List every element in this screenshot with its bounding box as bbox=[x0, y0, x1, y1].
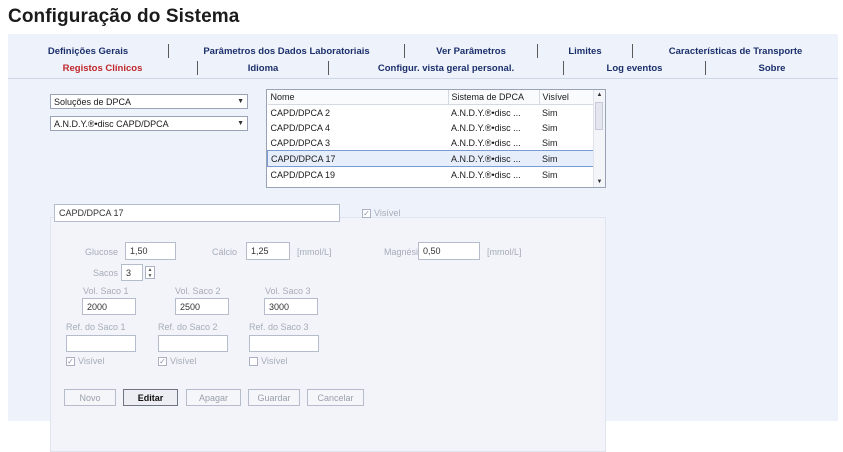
visivel-saco-1-checkbox[interactable]: ✓ Visível bbox=[66, 356, 104, 366]
system-dropdown[interactable]: A.N.D.Y.®•disc CAPD/DPCA ▼ bbox=[50, 116, 248, 131]
scroll-down-icon[interactable]: ▼ bbox=[594, 177, 605, 187]
tab-configur-vista-geral[interactable]: Configur. vista geral personal. bbox=[329, 61, 564, 75]
column-header-sistema[interactable]: Sistema de DPCA bbox=[448, 90, 540, 105]
column-header-nome[interactable]: Nome bbox=[267, 90, 449, 105]
system-value: A.N.D.Y.®•disc CAPD/DPCA bbox=[54, 118, 169, 129]
sacos-label: Sacos bbox=[93, 268, 119, 278]
table-row[interactable]: CAPD/DPCA 4 A.N.D.Y.®•disc ... Sim bbox=[268, 120, 594, 135]
vol-saco-2-label: Vol. Saco 2 bbox=[175, 286, 221, 296]
ref-saco-2-label: Ref. do Saco 2 bbox=[158, 322, 218, 332]
solution-type-dropdown[interactable]: Soluções de DPCA ▼ bbox=[50, 94, 248, 109]
vol-saco-3-field[interactable]: 3000 bbox=[264, 298, 318, 315]
settings-frame: Definições Gerais Parâmetros dos Dados L… bbox=[8, 34, 838, 452]
cell-sistema: A.N.D.Y.®•disc ... bbox=[451, 137, 521, 148]
scroll-thumb[interactable] bbox=[595, 102, 603, 130]
calcio-unit: [mmol/L] bbox=[297, 247, 332, 257]
tab-divider bbox=[8, 78, 838, 79]
table-header-row: Nome Sistema de DPCA Visível bbox=[267, 90, 594, 105]
sacos-stepper[interactable]: ▲ ▼ bbox=[145, 266, 155, 279]
chevron-down-icon: ▼ bbox=[237, 120, 244, 127]
guardar-button[interactable]: Guardar bbox=[248, 389, 300, 406]
visivel-saco-3-checkbox[interactable]: Visível bbox=[249, 356, 287, 366]
visivel-saco-2-checkbox[interactable]: ✓ Visível bbox=[158, 356, 196, 366]
tab-idioma[interactable]: Idioma bbox=[198, 61, 329, 75]
sacos-field[interactable]: 3 bbox=[121, 264, 143, 281]
vol-saco-2-field[interactable]: 2500 bbox=[175, 298, 229, 315]
tab-sobre[interactable]: Sobre bbox=[706, 61, 838, 75]
ref-saco-1-label: Ref. do Saco 1 bbox=[66, 322, 126, 332]
vol-saco-1-field[interactable]: 2000 bbox=[82, 298, 136, 315]
cell-sistema: A.N.D.Y.®•disc ... bbox=[451, 169, 521, 180]
solution-type-value: Soluções de DPCA bbox=[54, 96, 132, 107]
tab-ver-parametros[interactable]: Ver Parâmetros bbox=[405, 44, 538, 58]
page-title: Configuração do Sistema bbox=[8, 6, 240, 27]
column-header-visivel[interactable]: Visível bbox=[539, 90, 594, 105]
checkmark-icon: ✓ bbox=[158, 356, 167, 366]
tab-caracteristicas-transporte[interactable]: Características de Transporte bbox=[633, 44, 838, 58]
tab-log-eventos[interactable]: Log eventos bbox=[564, 61, 706, 75]
tab-registos-clinicos[interactable]: Registos Clínicos bbox=[8, 61, 198, 75]
ref-saco-2-field[interactable] bbox=[158, 335, 228, 352]
cell-visivel: Sim bbox=[542, 137, 558, 148]
cell-visivel: Sim bbox=[542, 122, 558, 133]
magnesio-unit: [mmol/L] bbox=[487, 247, 522, 257]
novo-button[interactable]: Novo bbox=[64, 389, 116, 406]
magnesio-field[interactable]: 0,50 bbox=[418, 242, 480, 260]
visivel-saco-1-label: Visível bbox=[78, 356, 105, 366]
checkbox-empty-icon bbox=[249, 356, 258, 366]
vol-saco-1-label: Vol. Saco 1 bbox=[83, 286, 129, 296]
apagar-button[interactable]: Apagar bbox=[186, 389, 241, 406]
name-field[interactable]: CAPD/DPCA 17 bbox=[54, 204, 340, 222]
chevron-down-icon: ▼ bbox=[237, 98, 244, 105]
visible-label: Visível bbox=[374, 208, 401, 218]
cancelar-button[interactable]: Cancelar bbox=[307, 389, 364, 406]
calcio-label: Cálcio bbox=[212, 247, 238, 257]
ref-saco-3-label: Ref. do Saco 3 bbox=[249, 322, 309, 332]
cell-visivel: Sim bbox=[542, 169, 558, 180]
cell-sistema: A.N.D.Y.®•disc ... bbox=[451, 107, 521, 118]
cell-nome: CAPD/DPCA 4 bbox=[270, 122, 331, 133]
tab-definicoes-gerais[interactable]: Definições Gerais bbox=[8, 44, 169, 58]
table-scrollbar[interactable]: ▲ ▼ bbox=[593, 90, 605, 187]
table-row-selected[interactable]: CAPD/DPCA 17 A.N.D.Y.®•disc ... Sim bbox=[267, 150, 594, 167]
cell-nome: CAPD/DPCA 3 bbox=[270, 137, 331, 148]
cell-nome: CAPD/DPCA 2 bbox=[270, 107, 331, 118]
cell-sistema: A.N.D.Y.®•disc ... bbox=[451, 122, 521, 133]
tab-parametros-dados-laboratoriais[interactable]: Parâmetros dos Dados Laboratoriais bbox=[169, 44, 405, 58]
glucose-field[interactable]: 1,50 bbox=[125, 242, 176, 260]
table-row[interactable]: CAPD/DPCA 2 A.N.D.Y.®•disc ... Sim bbox=[268, 105, 594, 121]
checkmark-icon: ✓ bbox=[66, 356, 75, 366]
visivel-saco-2-label: Visível bbox=[170, 356, 197, 366]
table-row[interactable]: CAPD/DPCA 19 A.N.D.Y.®•disc ... Sim bbox=[268, 167, 594, 183]
cell-sistema: A.N.D.Y.®•disc ... bbox=[448, 150, 539, 167]
cell-nome: CAPD/DPCA 19 bbox=[270, 169, 336, 180]
visivel-saco-3-label: Visível bbox=[261, 356, 288, 366]
ref-saco-1-field[interactable] bbox=[66, 335, 136, 352]
glucose-label: Glucose bbox=[85, 247, 119, 257]
cell-visivel: Sim bbox=[542, 107, 558, 118]
vol-saco-3-label: Vol. Saco 3 bbox=[265, 286, 311, 296]
cell-visivel: Sim bbox=[539, 150, 594, 167]
table-row[interactable]: CAPD/DPCA 3 A.N.D.Y.®•disc ... Sim bbox=[268, 135, 594, 151]
ref-saco-3-field[interactable] bbox=[249, 335, 319, 352]
tab-row-2: Registos Clínicos Idioma Configur. vista… bbox=[8, 61, 838, 75]
calcio-field[interactable]: 1,25 bbox=[246, 242, 290, 260]
cell-nome: CAPD/DPCA 17 bbox=[267, 150, 448, 167]
tab-limites[interactable]: Limites bbox=[538, 44, 633, 58]
visible-checkbox[interactable]: ✓ Visível bbox=[362, 208, 400, 218]
tab-row-1: Definições Gerais Parâmetros dos Dados L… bbox=[8, 44, 838, 58]
scroll-up-icon[interactable]: ▲ bbox=[594, 90, 605, 100]
editar-button[interactable]: Editar bbox=[123, 389, 178, 406]
solutions-table[interactable]: Nome Sistema de DPCA Visível CAPD/DPCA 2… bbox=[266, 89, 606, 188]
checkmark-icon: ✓ bbox=[362, 208, 371, 218]
